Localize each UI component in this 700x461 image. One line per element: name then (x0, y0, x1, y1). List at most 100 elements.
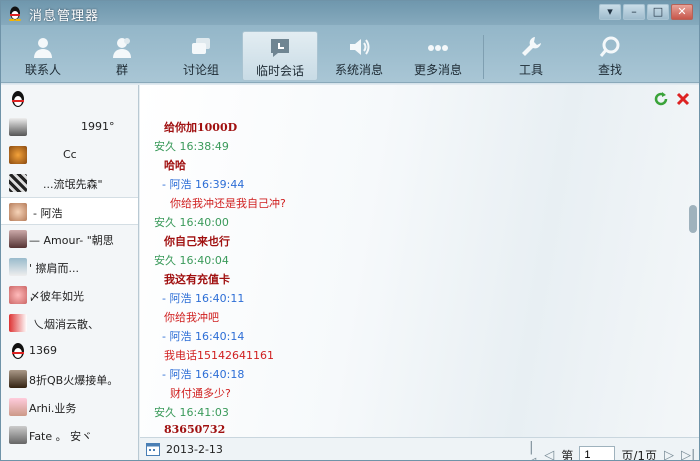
qq-penguin-icon (12, 91, 24, 107)
page-suffix: 页/1页 (621, 448, 657, 461)
page-number-input[interactable] (579, 446, 616, 460)
maximize-button[interactable]: □ (647, 4, 669, 20)
avatar (9, 398, 27, 416)
delete-icon[interactable] (675, 91, 691, 107)
contact-item[interactable]: 1369 (1, 337, 138, 365)
close-button[interactable]: ✕ (671, 4, 693, 20)
contact-item-active[interactable]: - 阿浩 (1, 197, 138, 225)
contact-item[interactable]: Arhi.业务 (1, 393, 138, 421)
wrench-icon (522, 37, 541, 56)
contact-name: Fate 。 安ヾ (29, 430, 93, 443)
avatar (9, 203, 27, 221)
contact-item[interactable]: ...流氓先森" (1, 169, 138, 197)
contact-name: 1991° (81, 120, 115, 133)
toolbar-divider (483, 35, 484, 79)
message-text: 83650732 (164, 423, 226, 436)
message-text: 你自己来也行 (164, 235, 230, 248)
qq-penguin-icon (9, 6, 21, 21)
scrollbar[interactable] (689, 113, 697, 431)
contact-name: Arhi.业务 (29, 402, 77, 415)
tool-label: 查找 (597, 63, 622, 77)
tool-contacts[interactable]: 联系人 (5, 31, 81, 81)
contact-item[interactable]: Cc (1, 141, 138, 169)
tool-label: 临时会话 (255, 64, 304, 78)
contact-name: ...流氓先森" (43, 178, 103, 191)
tool-label: 讨论组 (182, 63, 219, 77)
first-page-button[interactable]: |◁ (525, 440, 537, 460)
date-label: 2013-2-13 (166, 443, 223, 456)
tool-more-messages[interactable]: 更多消息 (400, 31, 476, 81)
group-icon (113, 38, 131, 58)
menu-dropdown-button[interactable]: ▾ (599, 4, 621, 20)
next-page-button[interactable]: ▷ (663, 448, 675, 461)
tool-label: 更多消息 (413, 63, 462, 77)
message-header: - 阿浩 16:40:11 (162, 292, 245, 305)
message-header: 安久 16:40:04 (154, 254, 229, 267)
contact-item[interactable]: 8折QB火爆接单。 (1, 365, 138, 393)
tool-tools[interactable]: 工具 (493, 31, 569, 81)
contact-name: 乀烟消云散、 (33, 318, 99, 331)
footer-bar: 2013-2-13 |◁ ◁ 第 页/1页 ▷ ▷| (140, 437, 699, 461)
chat-actions (653, 91, 691, 107)
tool-discussion[interactable]: 讨论组 (163, 31, 239, 81)
search-icon (599, 36, 620, 57)
minimize-button[interactable]: – (623, 4, 645, 20)
more-icon (428, 45, 448, 51)
contact-list: 1991° Cc ...流氓先森" - 阿浩 — Amour- "朝思 ' 擦肩… (1, 85, 139, 460)
contact-name: ' 擦肩而... (29, 262, 80, 275)
avatar (9, 118, 27, 136)
contact-item[interactable]: — Amour- "朝思 (1, 225, 138, 253)
contact-name: — Amour- "朝思 (29, 234, 114, 247)
contact-name: Cc (63, 148, 77, 161)
tool-label: 联系人 (24, 63, 61, 77)
person-icon (34, 38, 52, 58)
prev-page-button[interactable]: ◁ (543, 448, 555, 461)
last-page-button[interactable]: ▷| (681, 448, 695, 461)
avatar (9, 230, 27, 248)
contact-item[interactable]: 〆彼年如光 (1, 281, 138, 309)
message-text: 我电话15142641161 (164, 349, 274, 362)
toolbar: 联系人 群 讨论组 临时会话 系统消息 更多消息 工具 查找 (1, 25, 699, 83)
contact-item[interactable]: Fate 。 安ヾ (1, 421, 138, 449)
contact-item[interactable]: ' 擦肩而... (1, 253, 138, 281)
contact-name: 1369 (29, 344, 57, 357)
title-bar[interactable]: 消息管理器 ▾ – □ ✕ (1, 1, 699, 25)
avatar (9, 426, 27, 444)
message-text: 财付通多少? (170, 387, 231, 400)
message-text: 给你加1000D (164, 121, 238, 134)
avatar (9, 314, 27, 332)
calendar-icon[interactable] (146, 442, 160, 456)
page-prefix: 第 (561, 448, 574, 461)
contact-name: 8折QB火爆接单。 (29, 374, 119, 387)
tool-temp-chat[interactable]: 临时会话 (242, 31, 318, 81)
avatar (9, 370, 27, 388)
discussion-icon (192, 38, 210, 54)
tool-groups[interactable]: 群 (84, 31, 160, 81)
refresh-icon[interactable] (653, 91, 669, 107)
window-title: 消息管理器 (29, 9, 100, 24)
message-manager-window: 消息管理器 ▾ – □ ✕ 联系人 群 讨论组 临时会话 系统消息 更多消息 工… (0, 0, 700, 461)
message-header: 安久 16:41:03 (154, 406, 229, 419)
window-controls: ▾ – □ ✕ (599, 4, 693, 20)
contact-item[interactable]: 乀烟消云散、 (1, 309, 138, 337)
message-text: 你给我冲还是我自己冲? (170, 197, 286, 210)
tool-system-messages[interactable]: 系统消息 (321, 31, 397, 81)
contact-item[interactable] (1, 85, 138, 113)
message-header: 安久 16:40:00 (154, 216, 229, 229)
message-header: - 阿浩 16:39:44 (162, 178, 245, 191)
tool-label: 群 (115, 63, 128, 77)
message-text: 哈哈 (164, 159, 186, 172)
tool-search[interactable]: 查找 (572, 31, 648, 81)
pagination: |◁ ◁ 第 页/1页 ▷ ▷| (525, 440, 695, 461)
message-history-panel[interactable]: 给你加1000D 安久 16:38:49 哈哈 - 阿浩 16:39:44 你给… (140, 85, 699, 437)
avatar (9, 174, 27, 192)
speaker-icon (350, 39, 370, 55)
contact-item[interactable]: 1991° (1, 113, 138, 141)
scrollbar-thumb[interactable] (689, 205, 697, 233)
tool-label: 工具 (518, 63, 543, 77)
avatar (9, 258, 27, 276)
contact-name: - 阿浩 (33, 207, 63, 220)
tool-label: 系统消息 (334, 63, 383, 77)
avatar (9, 286, 27, 304)
message-header: - 阿浩 16:40:18 (162, 368, 245, 381)
